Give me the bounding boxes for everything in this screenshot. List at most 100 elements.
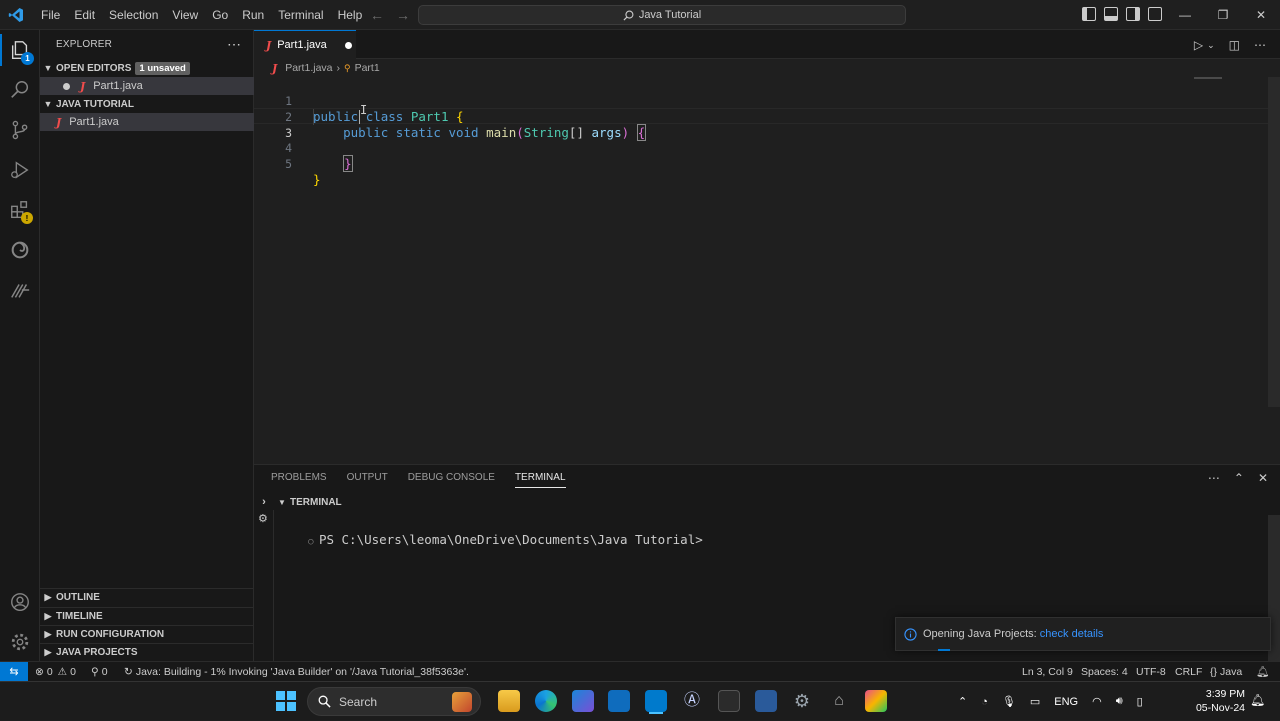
code-line[interactable]: 4 } [254, 124, 1280, 172]
testing-icon[interactable] [0, 270, 40, 310]
tab-problems[interactable]: PROBLEMS [271, 472, 327, 488]
run-java-icon[interactable]: ▷ [1194, 38, 1203, 52]
tab-terminal[interactable]: TERMINAL [514, 472, 566, 488]
run-debug-icon[interactable] [0, 150, 40, 190]
menu-help[interactable]: Help [331, 0, 370, 30]
file-tree-item[interactable]: J Part1.java [40, 113, 254, 131]
snipping-tool-icon[interactable] [865, 690, 887, 712]
back-arrow-icon[interactable]: ← [370, 7, 384, 23]
accounts-icon[interactable] [0, 582, 40, 622]
terminal-header[interactable]: › ▼ TERMINAL [254, 494, 1280, 510]
unsaved-dot-icon[interactable] [63, 82, 70, 90]
java-tutorial-folder-section[interactable]: ▼ JAVA TUTORIAL [40, 95, 254, 113]
java-build-status[interactable]: ↻ Java: Building - 1% Invoking 'Java Buil… [124, 662, 469, 681]
volume-icon[interactable]: 🔊︎ [1116, 695, 1123, 708]
more-actions-icon[interactable]: ⋯ [1208, 471, 1220, 485]
command-center-search[interactable]: Java Tutorial [418, 5, 906, 25]
notifications-bell-icon[interactable]: 🔔︎ [1256, 662, 1269, 681]
code-line[interactable]: 1 public class Part1 { [254, 77, 1280, 124]
outlook-icon[interactable] [608, 690, 630, 712]
restore-icon[interactable]: ❐ [1204, 0, 1242, 30]
toggle-secondary-sidebar-icon[interactable] [1126, 7, 1140, 21]
encoding-status[interactable]: UTF-8 [1136, 662, 1166, 681]
code-line[interactable]: 5 } [254, 140, 1280, 187]
more-actions-icon[interactable]: ⋯ [227, 36, 241, 53]
tab-part1-java[interactable]: J Part1.java [254, 30, 356, 59]
breadcrumb-file[interactable]: Part1.java [285, 62, 332, 74]
network-activity-icon[interactable]: ◔ [981, 696, 988, 708]
terminal-app-icon[interactable] [718, 690, 740, 712]
eol-status[interactable]: CRLF [1175, 662, 1202, 681]
tray-overflow-chevron-icon[interactable]: ⌃ [958, 695, 967, 708]
mouse-app-icon[interactable]: ⌂ [828, 690, 850, 712]
outline-section[interactable]: ▶ OUTLINE [40, 588, 254, 606]
minimap[interactable] [1194, 77, 1222, 79]
terminal-prompt-line[interactable]: ○ PS C:\Users\leoma\OneDrive\Documents\J… [278, 517, 703, 562]
remote-explorer-icon[interactable] [0, 230, 40, 270]
forward-arrow-icon[interactable]: → [396, 7, 410, 23]
battery-icon[interactable]: ▯ [1137, 695, 1143, 708]
language-mode[interactable]: {} Java [1210, 662, 1242, 681]
code-editor[interactable]: 1 public class Part1 { 2 public static v… [254, 77, 1280, 464]
toggle-primary-sidebar-icon[interactable] [1082, 7, 1096, 21]
menu-edit[interactable]: Edit [67, 0, 102, 30]
close-icon[interactable]: ✕ [1242, 0, 1280, 30]
code-line-current[interactable]: 3 [254, 108, 1280, 140]
more-actions-icon[interactable]: ⋯ [1254, 38, 1266, 52]
settings-gear-icon[interactable]: ⚙ [791, 690, 813, 712]
open-editors-section[interactable]: ▼ OPEN EDITORS 1 unsaved [40, 59, 254, 77]
ports-status[interactable]: ⚲ 0 [91, 662, 108, 681]
unsaved-dot-icon[interactable] [344, 41, 352, 49]
tab-debug-console[interactable]: DEBUG CONSOLE [408, 472, 495, 488]
display-icon[interactable]: ▭ [1030, 695, 1040, 708]
extensions-icon[interactable]: ! [0, 190, 40, 230]
problems-status[interactable]: ⊗ 0 ⚠ 0 [35, 662, 76, 681]
powershell-icon[interactable] [755, 690, 777, 712]
explorer-icon[interactable]: 1 [0, 30, 40, 70]
timeline-section[interactable]: ▶ TIMELINE [40, 607, 254, 625]
notification-center-icon[interactable]: 🔔︎ [1250, 693, 1265, 707]
windows-start-icon[interactable] [276, 691, 296, 711]
breadcrumb-symbol[interactable]: Part1 [355, 62, 380, 74]
customize-layout-icon[interactable] [1148, 7, 1162, 21]
run-dropdown-icon[interactable]: ⌄ [1207, 38, 1215, 52]
menu-terminal[interactable]: Terminal [271, 0, 330, 30]
editor-scrollbar[interactable] [1268, 77, 1280, 407]
run-configuration-section[interactable]: ▶ RUN CONFIGURATION [40, 625, 254, 643]
split-editor-icon[interactable]: ◫ [1229, 38, 1240, 52]
menu-file[interactable]: File [34, 0, 67, 30]
menu-view[interactable]: View [165, 0, 205, 30]
menu-run[interactable]: Run [235, 0, 271, 30]
search-view-icon[interactable] [0, 70, 40, 110]
taskbar-search[interactable]: Search [307, 687, 481, 716]
menu-go[interactable]: Go [205, 0, 235, 30]
chevron-right-icon: ▶ [44, 592, 52, 602]
cursor-position[interactable]: Ln 3, Col 9 [1022, 662, 1073, 681]
vscode-taskbar-icon[interactable] [645, 690, 667, 712]
close-panel-icon[interactable]: ✕ [1258, 471, 1268, 485]
toggle-panel-icon[interactable] [1104, 7, 1118, 21]
code-line[interactable]: 2 public static void main(String[] args)… [254, 93, 1280, 141]
check-details-link[interactable]: check details [1040, 628, 1104, 640]
indentation-status[interactable]: Spaces: 4 [1081, 662, 1128, 681]
minimize-icon[interactable]: — [1166, 0, 1204, 30]
java-projects-section[interactable]: ▶ JAVA PROJECTS [40, 643, 254, 661]
tab-output[interactable]: OUTPUT [347, 472, 388, 488]
terminal-settings-icon[interactable]: ⚙ [258, 512, 268, 525]
source-control-icon[interactable] [0, 110, 40, 150]
file-explorer-icon[interactable] [498, 690, 520, 712]
maximize-panel-icon[interactable]: ⌃ [1234, 471, 1244, 485]
wifi-icon[interactable]: ◠ [1092, 695, 1102, 708]
chevron-right-icon[interactable]: › [254, 496, 274, 508]
remote-indicator-icon[interactable]: ⇆ [0, 662, 28, 681]
microsoft-store-icon[interactable] [572, 690, 594, 712]
app-a-icon[interactable]: Ⓐ [681, 690, 703, 712]
taskbar-clock[interactable]: 3:39 PM 05-Nov-24 [1195, 687, 1245, 715]
microphone-icon[interactable]: 🎙︎ [1002, 695, 1016, 708]
panel-actions: ⋯ ⌃ ✕ [1208, 471, 1268, 485]
edge-browser-icon[interactable] [535, 690, 557, 712]
manage-gear-icon[interactable] [0, 622, 40, 662]
language-indicator[interactable]: ENG [1054, 696, 1078, 708]
open-editor-item[interactable]: J Part1.java [40, 77, 254, 95]
menu-selection[interactable]: Selection [102, 0, 165, 30]
